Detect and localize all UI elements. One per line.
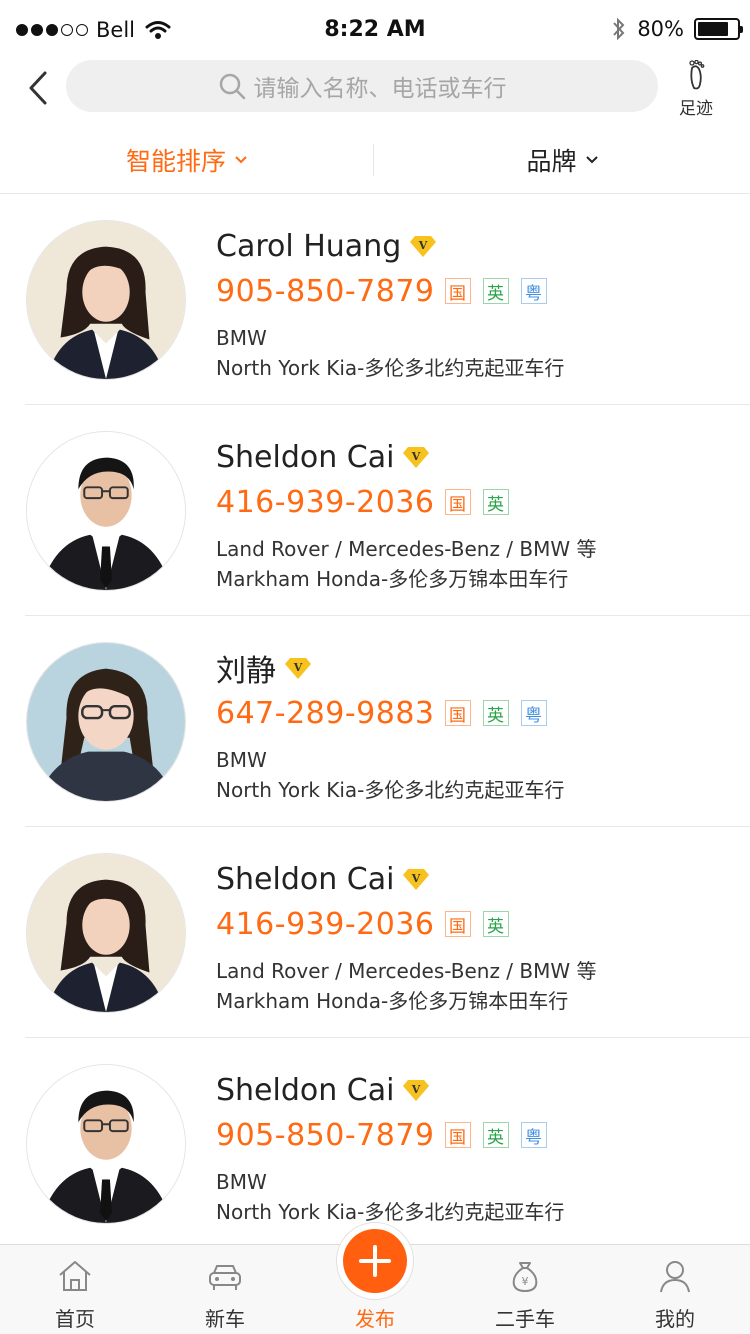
language-tag-english: 英 [482,1122,509,1148]
search-input[interactable]: 请输入名称、电话或车行 [66,60,658,112]
filter-divider [373,144,374,176]
tab-mine[interactable]: 我的 [600,1245,750,1334]
salesperson-info: Sheldon Cai 905-850-7879 国 英 粤 BMW North… [216,1068,736,1228]
vip-badge-icon [402,1078,430,1102]
list-item[interactable]: 刘静 647-289-9883 国 英 粤 BMW North York Kia… [0,616,750,827]
brands-text: Land Rover / Mercedes-Benz / BMW 等 [216,959,597,983]
salesperson-name: Sheldon Cai [216,1072,395,1108]
bluetooth-icon [613,17,625,41]
tab-publish-label: 发布 [355,1307,395,1331]
brands-text: BMW [216,1170,267,1194]
phone-number[interactable]: 905-850-7879 [216,1118,435,1153]
phone-number[interactable]: 416-939-2036 [216,907,435,942]
phone-number[interactable]: 647-289-9883 [216,696,435,731]
brands-text: Land Rover / Mercedes-Benz / BMW 等 [216,537,597,561]
brand-filter[interactable]: 品牌 [375,126,750,194]
tab-used-car-label: 二手车 [495,1307,555,1331]
dealer-text: North York Kia-多伦多北约克起亚车行 [216,1200,565,1224]
battery-level [698,22,729,36]
tab-home-label: 首页 [55,1307,95,1331]
language-tag-mandarin: 国 [444,278,471,304]
sort-filter-label: 智能排序 [125,147,226,176]
language-tag-cantonese: 粤 [520,278,547,304]
language-tag-cantonese: 粤 [520,1122,547,1148]
footprint-icon [689,59,705,90]
salesperson-name: Carol Huang [216,228,402,264]
avatar [26,220,186,380]
list-item[interactable]: Sheldon Cai 416-939-2036 国 英 Land Rover … [0,827,750,1038]
salesperson-name: Sheldon Cai [216,861,395,897]
battery-icon [694,18,743,40]
phone-number[interactable]: 905-850-7879 [216,274,435,309]
avatar [26,853,186,1013]
language-tag-mandarin: 国 [444,911,471,937]
plus-icon [343,1229,407,1293]
filter-bar: 智能排序 品牌 [0,126,750,194]
salesperson-name: Sheldon Cai [216,439,395,475]
language-tag-mandarin: 国 [444,700,471,726]
language-tag-english: 英 [482,278,509,304]
footprint-label: 足迹 [679,99,713,119]
avatar [26,431,186,591]
chevron-down-icon [235,156,247,164]
vip-badge-icon [402,445,430,469]
salesperson-info: Sheldon Cai 416-939-2036 国 英 Land Rover … [216,435,736,595]
avatar [26,642,186,802]
salesperson-info: Carol Huang 905-850-7879 国 英 粤 BMW North… [216,224,736,384]
sort-filter[interactable]: 智能排序 [0,126,374,194]
header: 请输入名称、电话或车行 足迹 [0,56,750,120]
salesperson-name: 刘静 [216,654,276,689]
list-item[interactable]: Sheldon Cai 416-939-2036 国 英 Land Rover … [0,405,750,616]
salesperson-info: Sheldon Cai 416-939-2036 国 英 Land Rover … [216,857,736,1017]
language-tag-mandarin: 国 [444,1122,471,1148]
salesperson-info: 刘静 647-289-9883 国 英 粤 BMW North York Kia… [216,646,736,806]
language-tag-cantonese: 粤 [520,700,547,726]
vip-badge-icon [284,656,312,680]
search-placeholder: 请输入名称、电话或车行 [253,76,507,102]
car-icon [209,1265,241,1290]
language-tag-english: 英 [482,700,509,726]
vip-badge-icon [409,234,437,258]
salesperson-list: Carol Huang 905-850-7879 国 英 粤 BMW North… [0,194,750,1249]
vip-badge-icon [402,867,430,891]
list-item[interactable]: Carol Huang 905-850-7879 国 英 粤 BMW North… [0,194,750,405]
publish-button[interactable] [336,1222,414,1300]
brands-text: BMW [216,326,267,350]
language-tag-english: 英 [482,911,509,937]
home-icon [59,1261,91,1291]
brands-text: BMW [216,748,267,772]
tab-used-car[interactable]: ¥ 二手车 [450,1245,600,1334]
language-tag-mandarin: 国 [444,489,471,515]
dealer-text: North York Kia-多伦多北约克起亚车行 [216,356,565,380]
chevron-left-icon [29,71,47,105]
back-button[interactable] [18,66,58,110]
search-icon [219,73,245,100]
brand-filter-label: 品牌 [526,147,577,176]
dealer-text: Markham Honda-多伦多万锦本田车行 [216,989,569,1013]
dealer-text: Markham Honda-多伦多万锦本田车行 [216,567,569,591]
battery-percent: 80% [637,17,684,41]
phone-number[interactable]: 416-939-2036 [216,485,435,520]
list-item[interactable]: Sheldon Cai 905-850-7879 国 英 粤 BMW North… [0,1038,750,1249]
user-icon [660,1261,690,1293]
language-tag-english: 英 [482,489,509,515]
tab-mine-label: 我的 [655,1307,695,1331]
footprint-button[interactable]: 足迹 [668,59,724,119]
tab-new-car[interactable]: 新车 [150,1245,300,1334]
money-bag-icon: ¥ [512,1262,538,1293]
tab-new-car-label: 新车 [205,1307,245,1331]
svg-text:¥: ¥ [522,1275,529,1288]
avatar [26,1064,186,1224]
chevron-down-icon [585,156,598,164]
status-right: 80% [611,17,743,41]
status-bar: Bell 8:22 AM 80% [0,0,750,60]
dealer-text: North York Kia-多伦多北约克起亚车行 [216,778,565,802]
tab-home[interactable]: 首页 [0,1245,150,1334]
